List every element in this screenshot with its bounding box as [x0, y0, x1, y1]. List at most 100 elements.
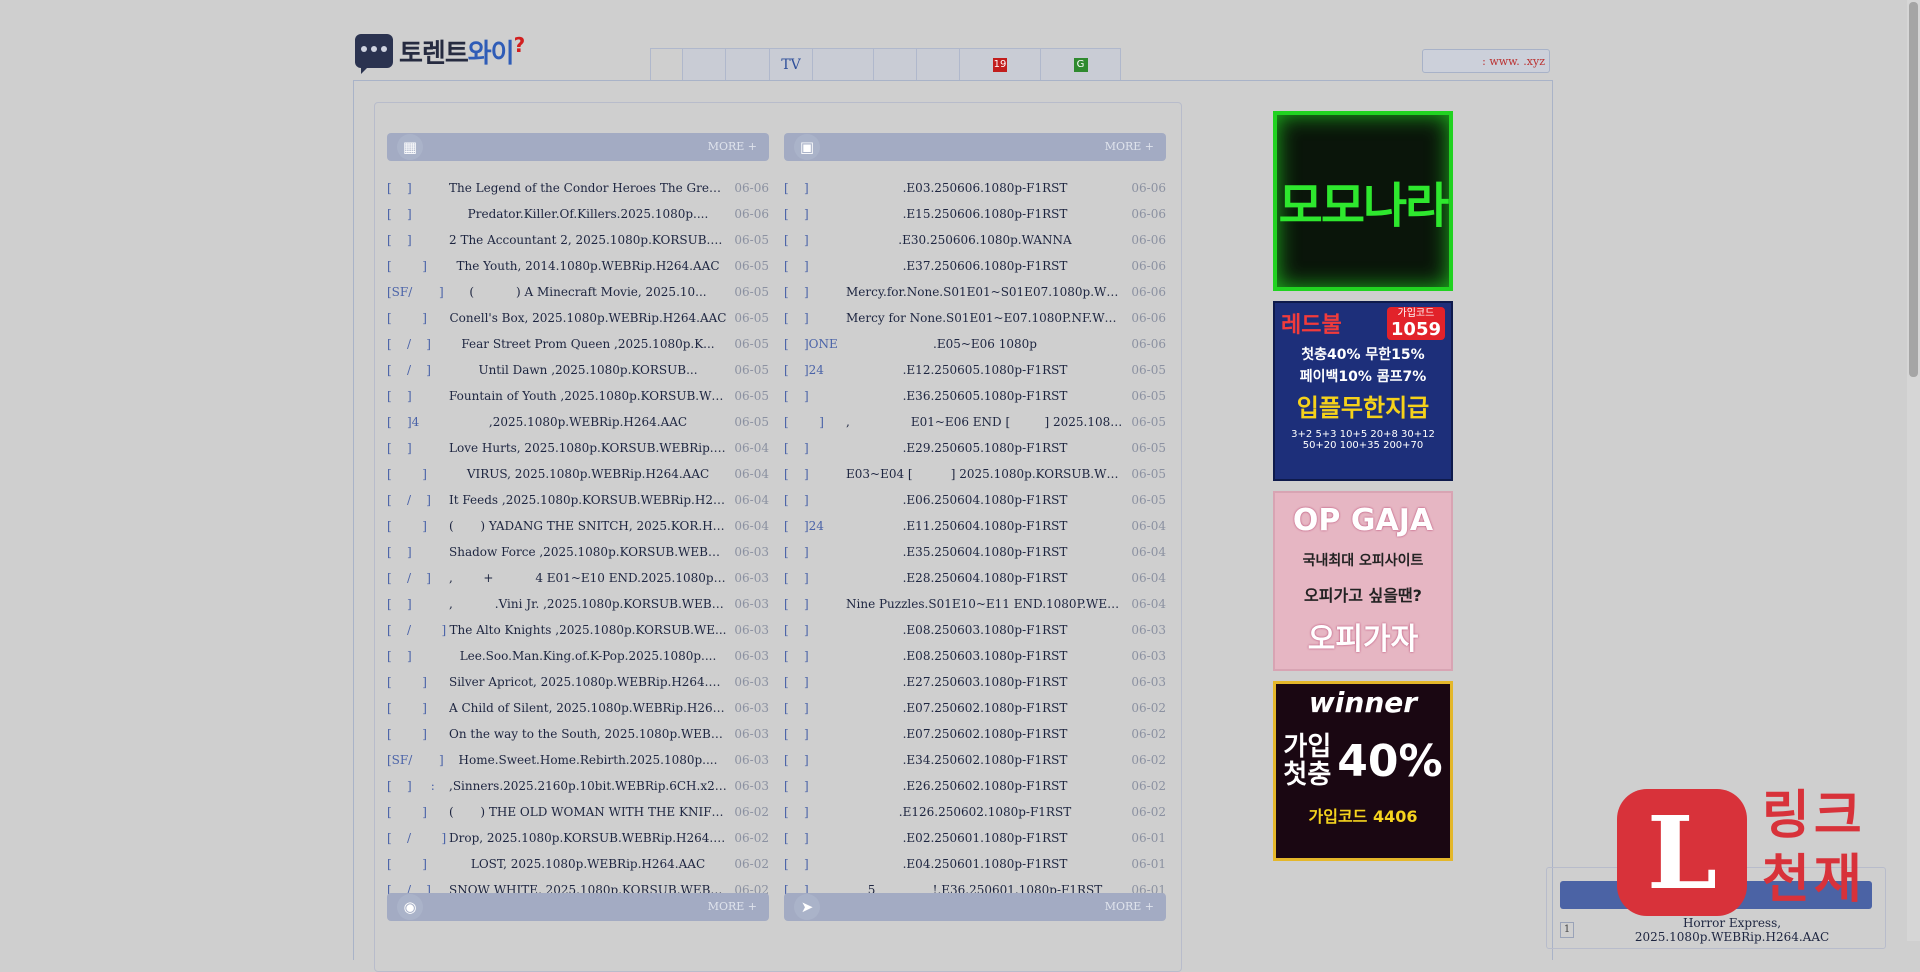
row-title[interactable]: .E37.250606.1080p-F1RST: [846, 259, 1124, 273]
row-title[interactable]: .E15.250606.1080p-F1RST: [846, 207, 1124, 221]
site-logo[interactable]: 토렌트와이?: [355, 30, 525, 74]
row-title[interactable]: .E29.250605.1080p-F1RST: [846, 441, 1124, 455]
dramas-row[interactable]: [ ] .E26.250602.1080p-F1RST 06-02: [784, 773, 1166, 799]
bottom-left-more-link[interactable]: MORE +: [708, 900, 757, 913]
movies-row[interactable]: [ / ] Until Dawn ,2025.1080p.KORSUB... 06-…: [387, 357, 769, 383]
dramas-row[interactable]: [ ] .E36.250605.1080p-F1RST 06-05: [784, 383, 1166, 409]
dramas-row[interactable]: [ ] .E30.250606.1080p.WANNA 06-06: [784, 227, 1166, 253]
row-title[interactable]: E03~E04 [ ] 2025.1080p.KORSUB.WE...: [846, 467, 1124, 481]
movies-row[interactable]: [ ] VIRUS, 2025.1080p.WEBRip.H264.AAC 06-0…: [387, 461, 769, 487]
dramas-row[interactable]: [ ] Mercy for None.S01E01~E07.1080P.NF.WE…: [784, 305, 1166, 331]
row-title[interactable]: .E28.250604.1080p-F1RST: [846, 571, 1124, 585]
movies-row[interactable]: [ ]4 ,2025.1080p.WEBRip.H264.AAC 06-05: [387, 409, 769, 435]
dramas-row[interactable]: [ ] .E27.250603.1080p-F1RST 06-03: [784, 669, 1166, 695]
row-title[interactable]: Shadow Force ,2025.1080p.KORSUB.WEBRip.H…: [449, 545, 727, 559]
row-title[interactable]: ,Sinners.2025.2160p.10bit.WEBRip.6CH.x26…: [449, 779, 727, 793]
row-title[interactable]: , E01~E06 END [ ] 2025.1080p...: [846, 415, 1124, 429]
dramas-row[interactable]: [ ] .E07.250602.1080p-F1RST 06-02: [784, 721, 1166, 747]
row-title[interactable]: Silver Apricot, 2025.1080p.WEBRip.H264.A…: [449, 675, 727, 689]
row-title[interactable]: Predator.Killer.Of.Killers.2025.1080p...…: [449, 207, 727, 221]
dramas-row[interactable]: [ ] , E01~E06 END [ ] 2025.1080p... 06-05: [784, 409, 1166, 435]
row-title[interactable]: Drop, 2025.1080p.KORSUB.WEBRip.H264.AAC: [449, 831, 727, 845]
nav-tab-6[interactable]: [874, 49, 917, 81]
row-title[interactable]: VIRUS, 2025.1080p.WEBRip.H264.AAC: [449, 467, 727, 481]
dramas-row[interactable]: [ ] .E03.250606.1080p-F1RST 06-06: [784, 175, 1166, 201]
row-title[interactable]: On the way to the South, 2025.1080p.WEBR…: [449, 727, 727, 741]
row-title[interactable]: .E11.250604.1080p-F1RST: [846, 519, 1124, 533]
row-title[interactable]: .E12.250605.1080p-F1RST: [846, 363, 1124, 377]
opgaja-banner[interactable]: OP GAJA 국내최대 오피사이트 오피가고 싶을땐? 오피가자: [1273, 491, 1453, 671]
dramas-row[interactable]: [ ] .E06.250604.1080p-F1RST 06-05: [784, 487, 1166, 513]
movies-row[interactable]: [ ] LOST, 2025.1080p.WEBRip.H264.AAC 06-02: [387, 851, 769, 877]
dramas-row[interactable]: [ ] Mercy.for.None.S01E01~S01E07.1080p.WE…: [784, 279, 1166, 305]
scrollbar-thumb[interactable]: [1909, 2, 1918, 377]
nav-tab-general[interactable]: G: [1041, 49, 1121, 81]
row-title[interactable]: ( ) A Minecraft Movie, 2025.10...: [449, 285, 727, 299]
movies-row[interactable]: [SF/ ] ( ) A Minecraft Movie, 2025.10... 0…: [387, 279, 769, 305]
movies-row[interactable]: [ ] Silver Apricot, 2025.1080p.WEBRip.H26…: [387, 669, 769, 695]
row-title[interactable]: It Feeds ,2025.1080p.KORSUB.WEBRip.H264.…: [449, 493, 727, 507]
row-title[interactable]: LOST, 2025.1080p.WEBRip.H264.AAC: [449, 857, 727, 871]
dramas-row[interactable]: [ ] .E02.250601.1080p-F1RST 06-01: [784, 825, 1166, 851]
movies-row[interactable]: [ ] ( ) YADANG THE SNITCH, 2025.KOR.HDTC.…: [387, 513, 769, 539]
row-title[interactable]: .E08.250603.1080p-F1RST: [846, 623, 1124, 637]
page-scrollbar[interactable]: [1907, 0, 1920, 941]
row-title[interactable]: .E04.250601.1080p-F1RST: [846, 857, 1124, 871]
row-title[interactable]: .E27.250603.1080p-F1RST: [846, 675, 1124, 689]
row-title[interactable]: Nine Puzzles.S01E10~E11 END.1080P.WEB-DL…: [846, 597, 1124, 611]
dramas-row[interactable]: [ ] .E07.250602.1080p-F1RST 06-02: [784, 695, 1166, 721]
dramas-row[interactable]: [ ]24 .E11.250604.1080p-F1RST 06-04: [784, 513, 1166, 539]
row-title[interactable]: Fountain of Youth ,2025.1080p.KORSUB.WEB…: [449, 389, 727, 403]
row-title[interactable]: Conell's Box, 2025.1080p.WEBRip.H264.AAC: [449, 311, 727, 325]
row-title[interactable]: The Alto Knights ,2025.1080p.KORSUB.WE..…: [449, 623, 727, 637]
row-title[interactable]: Home.Sweet.Home.Rebirth.2025.1080p....: [449, 753, 727, 767]
nav-tab-7[interactable]: [917, 49, 960, 81]
nav-tab-2[interactable]: [683, 49, 726, 81]
movies-more-link[interactable]: MORE +: [708, 140, 757, 153]
dramas-row[interactable]: [ ] .E126.250602.1080p-F1RST 06-02: [784, 799, 1166, 825]
movies-row[interactable]: [ / ] Drop, 2025.1080p.KORSUB.WEBRip.H264…: [387, 825, 769, 851]
dramas-row[interactable]: [ ]ONE .E05~E06 1080p 06-06: [784, 331, 1166, 357]
movies-row[interactable]: [ ] Fountain of Youth ,2025.1080p.KORSUB.…: [387, 383, 769, 409]
row-title[interactable]: .E30.250606.1080p.WANNA: [846, 233, 1124, 247]
row-title[interactable]: .E06.250604.1080p-F1RST: [846, 493, 1124, 507]
row-title[interactable]: .E126.250602.1080p-F1RST: [846, 805, 1124, 819]
movies-row[interactable]: [ ] On the way to the South, 2025.1080p.W…: [387, 721, 769, 747]
row-title[interactable]: .E34.250602.1080p-F1RST: [846, 753, 1124, 767]
winner-banner[interactable]: winner 가입 첫충 40% 가입코드 4406: [1273, 681, 1453, 861]
row-title[interactable]: Until Dawn ,2025.1080p.KORSUB...: [449, 363, 727, 377]
dramas-row[interactable]: [ ] .E34.250602.1080p-F1RST 06-02: [784, 747, 1166, 773]
row-title[interactable]: ( ) THE OLD WOMAN WITH THE KNIFE, 202...: [449, 805, 727, 819]
nav-tab-adult[interactable]: 19: [960, 49, 1041, 81]
dramas-row[interactable]: [ ] .E35.250604.1080p-F1RST 06-04: [784, 539, 1166, 565]
row-title[interactable]: 2 The Accountant 2, 2025.1080p.KORSUB.WE…: [449, 233, 727, 247]
dramas-row[interactable]: [ ] .E08.250603.1080p-F1RST 06-03: [784, 617, 1166, 643]
row-title[interactable]: .E02.250601.1080p-F1RST: [846, 831, 1124, 845]
momonara-banner[interactable]: 모모나라: [1273, 111, 1453, 291]
dramas-row[interactable]: [ ] .E04.250601.1080p-F1RST 06-01: [784, 851, 1166, 877]
dramas-row[interactable]: [ ] .E15.250606.1080p-F1RST 06-06: [784, 201, 1166, 227]
row-title[interactable]: , .Vini Jr. ,2025.1080p.KORSUB.WEBRip.H2…: [449, 597, 727, 611]
movies-row[interactable]: [ ] Shadow Force ,2025.1080p.KORSUB.WEBRi…: [387, 539, 769, 565]
movies-row[interactable]: [ / ] It Feeds ,2025.1080p.KORSUB.WEBRip.…: [387, 487, 769, 513]
row-title[interactable]: ( ) YADANG THE SNITCH, 2025.KOR.HDTC....: [449, 519, 727, 533]
movies-row[interactable]: [ ] The Legend of the Condor Heroes The G…: [387, 175, 769, 201]
nav-tab-tv[interactable]: TV: [770, 49, 813, 81]
dramas-row[interactable]: [ ] Nine Puzzles.S01E10~E11 END.1080P.WEB…: [784, 591, 1166, 617]
movies-row[interactable]: [ ] Love Hurts, 2025.1080p.KORSUB.WEBRip.…: [387, 435, 769, 461]
movies-row[interactable]: [ ] Lee.Soo.Man.King.of.K-Pop.2025.1080p.…: [387, 643, 769, 669]
row-title[interactable]: The Legend of the Condor Heroes The Grea…: [449, 181, 727, 195]
row-title[interactable]: .E26.250602.1080p-F1RST: [846, 779, 1124, 793]
movies-row[interactable]: [SF/ ] Home.Sweet.Home.Rebirth.2025.1080p…: [387, 747, 769, 773]
row-title[interactable]: The Youth, 2014.1080p.WEBRip.H264.AAC: [449, 259, 727, 273]
row-title[interactable]: .E35.250604.1080p-F1RST: [846, 545, 1124, 559]
nav-tab-3[interactable]: [726, 49, 770, 81]
dramas-row[interactable]: [ ] .E28.250604.1080p-F1RST 06-04: [784, 565, 1166, 591]
movies-row[interactable]: [ ] , .Vini Jr. ,2025.1080p.KORSUB.WEBRip…: [387, 591, 769, 617]
row-title[interactable]: Love Hurts, 2025.1080p.KORSUB.WEBRip.H26…: [449, 441, 727, 455]
row-title[interactable]: .E07.250602.1080p-F1RST: [846, 727, 1124, 741]
row-title[interactable]: Lee.Soo.Man.King.of.K-Pop.2025.1080p....: [449, 649, 727, 663]
dramas-row[interactable]: [ ] .E29.250605.1080p-F1RST 06-05: [784, 435, 1166, 461]
dramas-row[interactable]: [ ] .E37.250606.1080p-F1RST 06-06: [784, 253, 1166, 279]
redbull-banner[interactable]: 레드불 가입코드 1059 첫충40% 무한15% 페이백10% 콤프7% 입플무…: [1273, 301, 1453, 481]
